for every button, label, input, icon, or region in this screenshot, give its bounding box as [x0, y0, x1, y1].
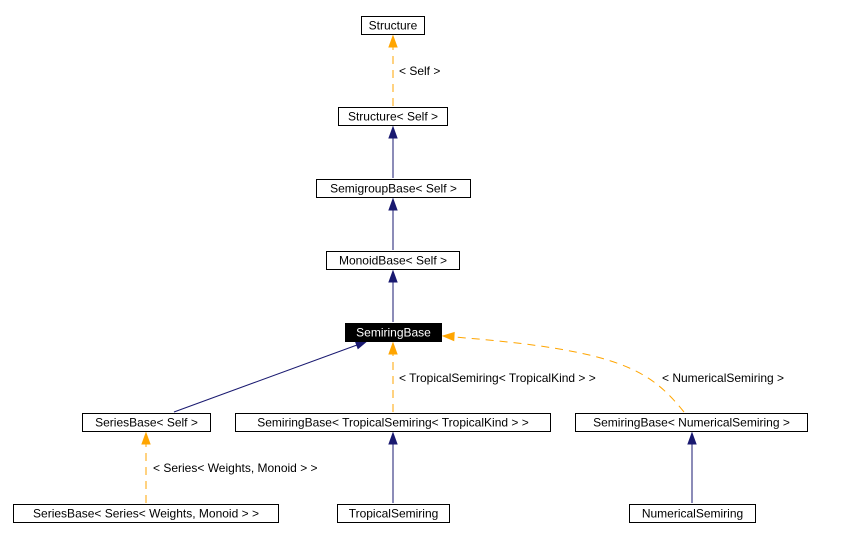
edge-line [173, 344, 358, 413]
class-node-label: SemigroupBase< Self > [330, 182, 457, 196]
arrowhead-icon [388, 34, 398, 48]
edge-monoidbase-self-to-semigroupbase-self [388, 197, 398, 250]
arrowhead-icon [141, 431, 151, 445]
class-node-seriesbase-series[interactable]: SeriesBase< Series< Weights, Monoid > > [13, 504, 279, 523]
arrowhead-icon [687, 431, 697, 445]
class-node-label: SemiringBase< NumericalSemiring > [593, 416, 790, 430]
class-node-label: MonoidBase< Self > [339, 254, 447, 268]
edge-semigroupbase-self-to-structure-self [388, 125, 398, 178]
edge-seriesbase-self-to-semiringbase [173, 340, 369, 413]
class-node-label: SeriesBase< Self > [95, 416, 198, 430]
class-node-tropicalsemiring[interactable]: TropicalSemiring [337, 504, 450, 523]
class-node-label: TropicalSemiring [349, 507, 439, 521]
edge-semiringbase-tropical-to-semiringbase [388, 341, 398, 412]
edge-seriesbase-series-to-seriesbase-self [141, 431, 151, 503]
arrowhead-icon [441, 331, 455, 342]
class-node-label: SemiringBase [356, 326, 431, 340]
class-node-monoidbase-self[interactable]: MonoidBase< Self > [326, 251, 460, 270]
class-node-label: Structure [369, 19, 418, 33]
edge-numericalsemiring-to-semiringbase-numerical [687, 431, 697, 503]
arrowhead-icon [388, 269, 398, 283]
nodes-layer: Structure Structure< Self > SemigroupBase<… [13, 16, 808, 523]
class-node-semiringbase-numerical[interactable]: SemiringBase< NumericalSemiring > [575, 413, 808, 432]
arrowhead-icon [388, 125, 398, 139]
edge-label: < NumericalSemiring > [662, 371, 784, 385]
class-node-semiringbase[interactable]: SemiringBase [345, 323, 442, 342]
class-node-label: SeriesBase< Series< Weights, Monoid > > [33, 507, 259, 521]
arrowhead-icon [388, 431, 398, 445]
edge-label: < Self > [399, 64, 440, 78]
class-node-semigroupbase-self[interactable]: SemigroupBase< Self > [316, 179, 471, 198]
class-node-seriesbase-self[interactable]: SeriesBase< Self > [82, 413, 211, 432]
arrowhead-icon [354, 340, 369, 350]
edge-label: < TropicalSemiring< TropicalKind > > [399, 371, 596, 385]
edge-label: < Series< Weights, Monoid > > [153, 461, 318, 475]
class-node-structure-self[interactable]: Structure< Self > [338, 107, 448, 126]
edge-semiringbase-to-monoidbase-self [388, 269, 398, 322]
inheritance-diagram: < Self > < TropicalSemiring< TropicalKind… [13, 16, 808, 523]
class-node-label: SemiringBase< TropicalSemiring< Tropical… [257, 416, 528, 430]
class-node-structure[interactable]: Structure [361, 16, 425, 35]
class-node-label: NumericalSemiring [642, 507, 743, 521]
class-node-semiringbase-tropical[interactable]: SemiringBase< TropicalSemiring< Tropical… [235, 413, 551, 432]
arrowhead-icon [388, 197, 398, 211]
edge-structure-self-to-structure [388, 34, 398, 106]
class-node-label: Structure< Self > [348, 110, 438, 124]
arrowhead-icon [388, 341, 398, 355]
edge-tropicalsemiring-to-semiringbase-tropical [388, 431, 398, 503]
class-node-numericalsemiring[interactable]: NumericalSemiring [629, 504, 756, 523]
